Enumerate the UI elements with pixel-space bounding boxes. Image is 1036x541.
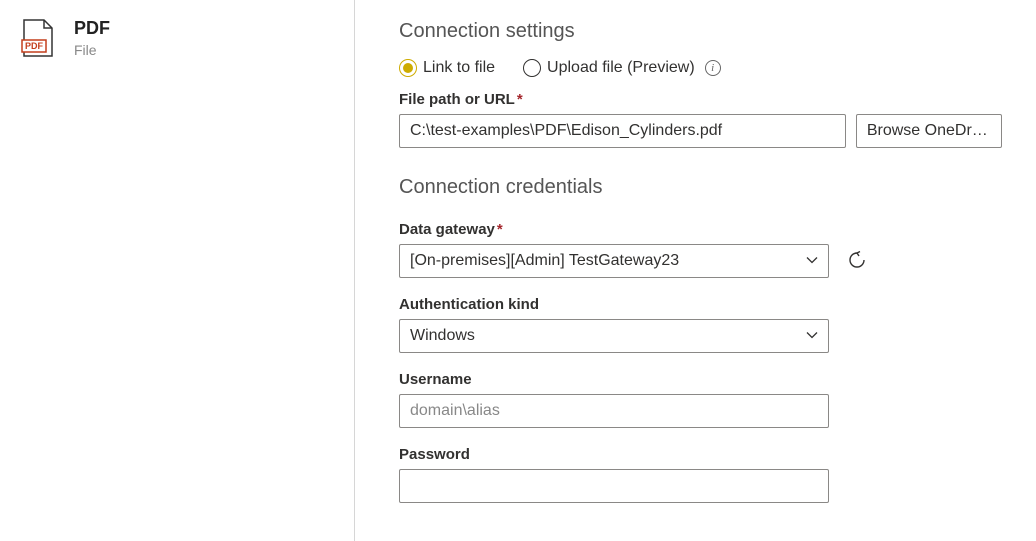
connection-settings-heading: Connection settings: [399, 20, 1002, 43]
username-input[interactable]: [399, 394, 829, 428]
required-asterisk: *: [497, 221, 503, 238]
browse-onedrive-button[interactable]: Browse OneDrive...: [856, 114, 1002, 148]
radio-unselected-icon: [523, 59, 541, 77]
upload-file-label: Upload file (Preview): [547, 59, 695, 77]
required-asterisk: *: [517, 91, 523, 108]
pdf-file-icon: PDF: [20, 18, 56, 58]
password-input[interactable]: [399, 469, 829, 503]
connector-title: PDF: [74, 18, 110, 40]
connector-header: PDF PDF File: [0, 0, 355, 541]
refresh-icon: [847, 250, 867, 273]
data-gateway-select[interactable]: [On-premises][Admin] TestGateway23: [399, 244, 829, 278]
file-path-label: File path or URL*: [399, 91, 1002, 108]
info-icon[interactable]: i: [705, 60, 721, 76]
authentication-kind-select[interactable]: Windows: [399, 319, 829, 353]
refresh-gateway-button[interactable]: [843, 247, 871, 275]
upload-file-radio[interactable]: Upload file (Preview) i: [523, 59, 721, 77]
radio-selected-icon: [399, 59, 417, 77]
svg-text:PDF: PDF: [25, 41, 44, 51]
authentication-kind-label: Authentication kind: [399, 296, 1002, 313]
username-label: Username: [399, 371, 1002, 388]
data-gateway-label: Data gateway*: [399, 221, 1002, 238]
connector-type: File: [74, 42, 110, 58]
password-label: Password: [399, 446, 1002, 463]
source-mode-radio-group: Link to file Upload file (Preview) i: [399, 59, 1002, 77]
settings-panel: Connection settings Link to file Upload …: [355, 0, 1036, 541]
link-to-file-radio[interactable]: Link to file: [399, 59, 495, 77]
file-path-input[interactable]: [399, 114, 846, 148]
link-to-file-label: Link to file: [423, 59, 495, 77]
connection-credentials-heading: Connection credentials: [399, 176, 1002, 199]
